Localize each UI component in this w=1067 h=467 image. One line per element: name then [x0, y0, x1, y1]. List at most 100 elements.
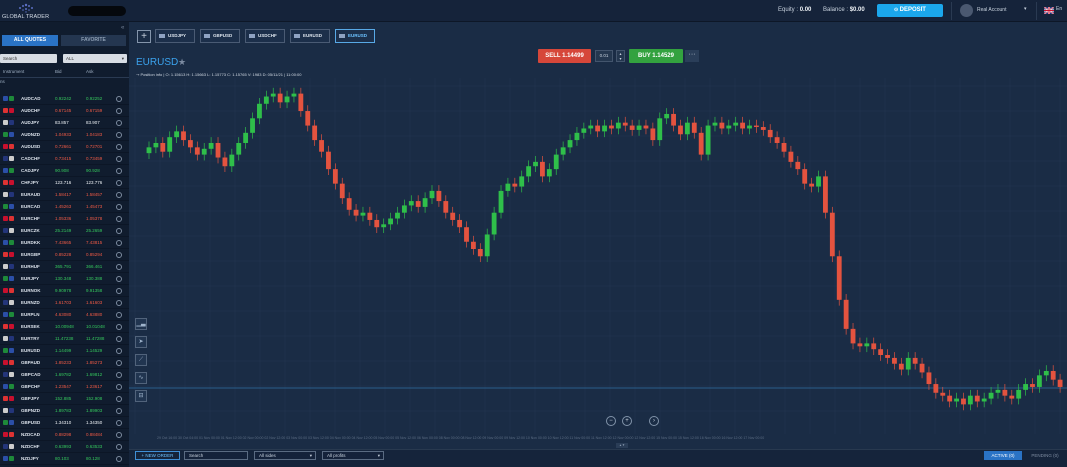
profits-filter-select[interactable]: All profits ▾: [322, 451, 384, 460]
position-info-label[interactable]: Position info: [140, 72, 162, 77]
sell-button[interactable]: SELL 1.14499: [538, 49, 591, 63]
info-icon[interactable]: [116, 324, 122, 330]
quote-row[interactable]: EURTRY 11.47238 11.47288: [0, 333, 129, 345]
collapse-icon[interactable]: «: [121, 25, 124, 31]
quote-row[interactable]: EURNZD 1.61703 1.61603: [0, 297, 129, 309]
info-icon[interactable]: [116, 144, 122, 150]
brand-logo[interactable]: GLOBAL TRADER: [2, 2, 60, 20]
tab-pending-orders[interactable]: PENDING (0): [1025, 451, 1065, 460]
tab-active-orders[interactable]: ACTIVE (0): [984, 451, 1022, 460]
quote-row[interactable]: GBPCAD 1.69782 1.69812: [0, 369, 129, 381]
info-icon[interactable]: [116, 456, 122, 462]
info-icon[interactable]: [116, 132, 122, 138]
tab-all-quotes[interactable]: ALL QUOTES: [2, 35, 58, 46]
quote-row[interactable]: EURUSD 1.14499 1.14529: [0, 345, 129, 357]
orders-search-input[interactable]: Search: [184, 451, 248, 460]
quote-row[interactable]: NZDJPY 80.103 80.128: [0, 453, 129, 465]
info-icon[interactable]: [116, 420, 122, 426]
panel-resize-handle[interactable]: ▲▼: [616, 443, 628, 448]
quote-filter-select[interactable]: ALL ▾: [63, 54, 127, 63]
info-icon[interactable]: [116, 288, 122, 294]
buy-button[interactable]: BUY 1.14529: [629, 49, 683, 63]
more-options-button[interactable]: ···: [685, 50, 699, 62]
quote-row[interactable]: EURCHF 1.05336 1.05378: [0, 213, 129, 225]
quote-row[interactable]: AUDCHF 0.67145 0.67159: [0, 105, 129, 117]
language-selector[interactable]: En: [1044, 6, 1067, 16]
cursor-icon[interactable]: ➤: [135, 336, 147, 348]
quote-row[interactable]: EURPLN 4.63080 4.63880: [0, 309, 129, 321]
info-icon[interactable]: [116, 216, 122, 222]
info-icon[interactable]: [116, 240, 122, 246]
tab-favorite[interactable]: FAVORITE: [61, 35, 126, 46]
info-icon[interactable]: [116, 312, 122, 318]
quote-row[interactable]: GBPAUD 1.85233 1.85273: [0, 357, 129, 369]
quote-row[interactable]: EURJPY 130.348 130.388: [0, 273, 129, 285]
info-icon[interactable]: [116, 300, 122, 306]
quote-row[interactable]: AUDNZD 1.04933 1.04183: [0, 129, 129, 141]
info-icon[interactable]: [116, 180, 122, 186]
info-icon[interactable]: [116, 156, 122, 162]
info-icon[interactable]: [116, 108, 122, 114]
info-icon[interactable]: [116, 96, 122, 102]
info-icon[interactable]: [116, 432, 122, 438]
trendline-icon[interactable]: ⟋: [135, 354, 147, 366]
quote-row[interactable]: CADCHF 0.73415 0.73459: [0, 153, 129, 165]
info-icon[interactable]: [116, 252, 122, 258]
info-icon[interactable]: [116, 372, 122, 378]
draw-tool-icon[interactable]: ⊟: [135, 390, 147, 402]
info-icon[interactable]: [116, 192, 122, 198]
zoom-in-icon[interactable]: +: [622, 416, 632, 426]
tab-pair[interactable]: USDCHF: [245, 29, 285, 43]
quote-row[interactable]: AUDUSD 0.72661 0.72701: [0, 141, 129, 153]
quote-row[interactable]: NZDCAD 0.88298 0.88484: [0, 429, 129, 441]
quote-row[interactable]: GBPCHF 1.23547 1.23617: [0, 381, 129, 393]
quote-row[interactable]: EURAUD 1.58417 1.58457: [0, 189, 129, 201]
info-icon[interactable]: [116, 168, 122, 174]
add-tab-button[interactable]: +: [137, 30, 151, 43]
sides-filter-select[interactable]: All sides ▾: [254, 451, 316, 460]
tab-pair[interactable]: GBPUSD: [200, 29, 240, 43]
quote-row[interactable]: GBPJPY 152.885 152.908: [0, 393, 129, 405]
quote-row[interactable]: CHFJPY 123.716 123.776: [0, 177, 129, 189]
lot-size-field[interactable]: 0.01: [595, 50, 613, 62]
zoom-out-icon[interactable]: −: [606, 416, 616, 426]
tab-pair[interactable]: EURUSD: [290, 29, 330, 43]
new-order-button[interactable]: + NEW ORDER: [135, 451, 180, 460]
info-icon[interactable]: [116, 204, 122, 210]
indicator-icon[interactable]: ∿: [135, 372, 147, 384]
tab-pair[interactable]: EURUSD: [335, 29, 375, 43]
info-icon[interactable]: [116, 120, 122, 126]
scroll-right-icon[interactable]: ›: [649, 416, 659, 426]
quote-row[interactable]: NZDCHF 0.63993 0.63533: [0, 441, 129, 453]
star-icon[interactable]: ★: [178, 57, 186, 68]
quote-row[interactable]: GBPUSD 1.34310 1.34350: [0, 417, 129, 429]
info-icon[interactable]: [116, 384, 122, 390]
quote-row[interactable]: EURDKK 7.43665 7.43815: [0, 237, 129, 249]
quote-row[interactable]: EURGBP 0.85228 0.85294: [0, 249, 129, 261]
info-icon[interactable]: [116, 408, 122, 414]
info-icon[interactable]: [116, 228, 122, 234]
info-icon[interactable]: [116, 444, 122, 450]
candlestick-chart[interactable]: [129, 78, 1067, 434]
quote-row[interactable]: CADJPY 90.908 90.928: [0, 165, 129, 177]
chart-type-icon[interactable]: ▁▃: [135, 318, 147, 330]
account-menu[interactable]: Real Account ▾: [960, 3, 1032, 19]
info-icon[interactable]: [116, 276, 122, 282]
deposit-button[interactable]: ⊙ DEPOSIT: [877, 4, 943, 17]
quote-row[interactable]: EURSEK 10.00948 10.01048: [0, 321, 129, 333]
quote-row[interactable]: EURCZK 25.2149 25.2659: [0, 225, 129, 237]
info-icon[interactable]: [116, 336, 122, 342]
quote-search-input[interactable]: Search: [0, 54, 57, 63]
quote-row[interactable]: EURHUF 365.791 366.461: [0, 261, 129, 273]
quote-row[interactable]: GBPNZD 1.89783 1.89903: [0, 405, 129, 417]
info-icon[interactable]: [116, 348, 122, 354]
quote-row[interactable]: AUDJPY 83.857 83.907: [0, 117, 129, 129]
quote-row[interactable]: EURCAD 1.45263 1.45473: [0, 201, 129, 213]
quote-row[interactable]: AUDCAD 0.92242 0.92252: [0, 93, 129, 105]
lot-stepper[interactable]: ▴ ▾: [616, 50, 625, 62]
info-icon[interactable]: [116, 264, 122, 270]
tab-pair[interactable]: USDJPY: [155, 29, 195, 43]
info-icon[interactable]: [116, 360, 122, 366]
quote-row[interactable]: EURNOK 9.90978 9.91358: [0, 285, 129, 297]
info-icon[interactable]: [116, 396, 122, 402]
